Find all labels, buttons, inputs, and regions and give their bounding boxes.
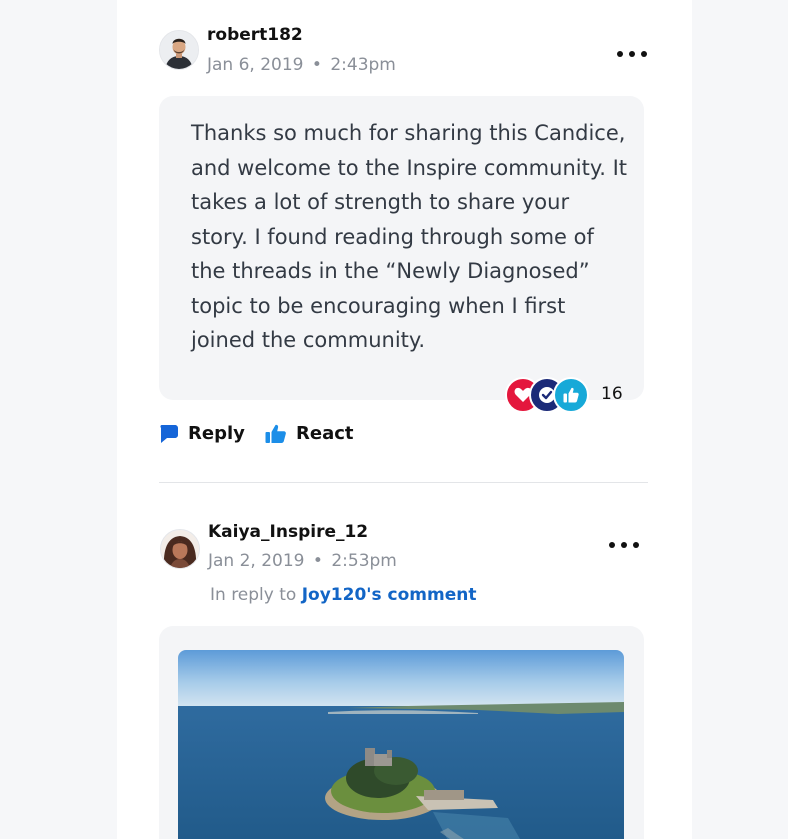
comment-bubble: Thanks so much for sharing this Candice,… (159, 96, 644, 413)
dot-icon (617, 51, 623, 57)
post-time: 2:53pm (331, 551, 397, 571)
post-timestamp: Jan 6, 2019 • 2:43pm (207, 55, 396, 75)
comment-bubble (159, 626, 644, 839)
more-options-button[interactable] (609, 535, 639, 555)
attached-photo[interactable] (178, 650, 624, 839)
reply-icon (160, 424, 178, 443)
post-date: Jan 2, 2019 (208, 551, 305, 571)
dot-icon (629, 51, 635, 57)
reply-context: In reply to Joy120's comment (210, 585, 476, 605)
reaction-summary[interactable] (505, 377, 595, 413)
react-label: React (296, 423, 354, 444)
dot-icon (633, 542, 639, 548)
post-date: Jan 6, 2019 (207, 55, 304, 75)
user-avatar[interactable] (159, 30, 199, 70)
more-options-button[interactable] (617, 44, 647, 64)
reply-label: Reply (188, 423, 245, 444)
reaction-count[interactable]: 16 (601, 384, 623, 404)
username[interactable]: robert182 (207, 25, 303, 45)
reply-parent-link[interactable]: Joy120's comment (302, 585, 477, 605)
thumbs-up-icon (265, 424, 286, 443)
username[interactable]: Kaiya_Inspire_12 (208, 522, 368, 542)
post-timestamp: Jan 2, 2019 • 2:53pm (208, 551, 397, 571)
comment-thread: robert182 Jan 6, 2019 • 2:43pm Thanks so… (117, 0, 692, 839)
comment-body: Thanks so much for sharing this Candice,… (191, 121, 628, 352)
react-button[interactable]: React (265, 423, 354, 444)
thumbs-up-reaction-icon (553, 377, 589, 413)
reply-prefix: In reply to (210, 585, 297, 605)
post-time: 2:43pm (330, 55, 396, 75)
meta-separator: • (311, 55, 322, 75)
reply-button[interactable]: Reply (159, 423, 245, 444)
dot-icon (641, 51, 647, 57)
dot-icon (621, 542, 627, 548)
comment-divider (159, 482, 648, 483)
meta-separator: • (312, 551, 323, 571)
user-avatar[interactable] (160, 529, 200, 569)
dot-icon (609, 542, 615, 548)
